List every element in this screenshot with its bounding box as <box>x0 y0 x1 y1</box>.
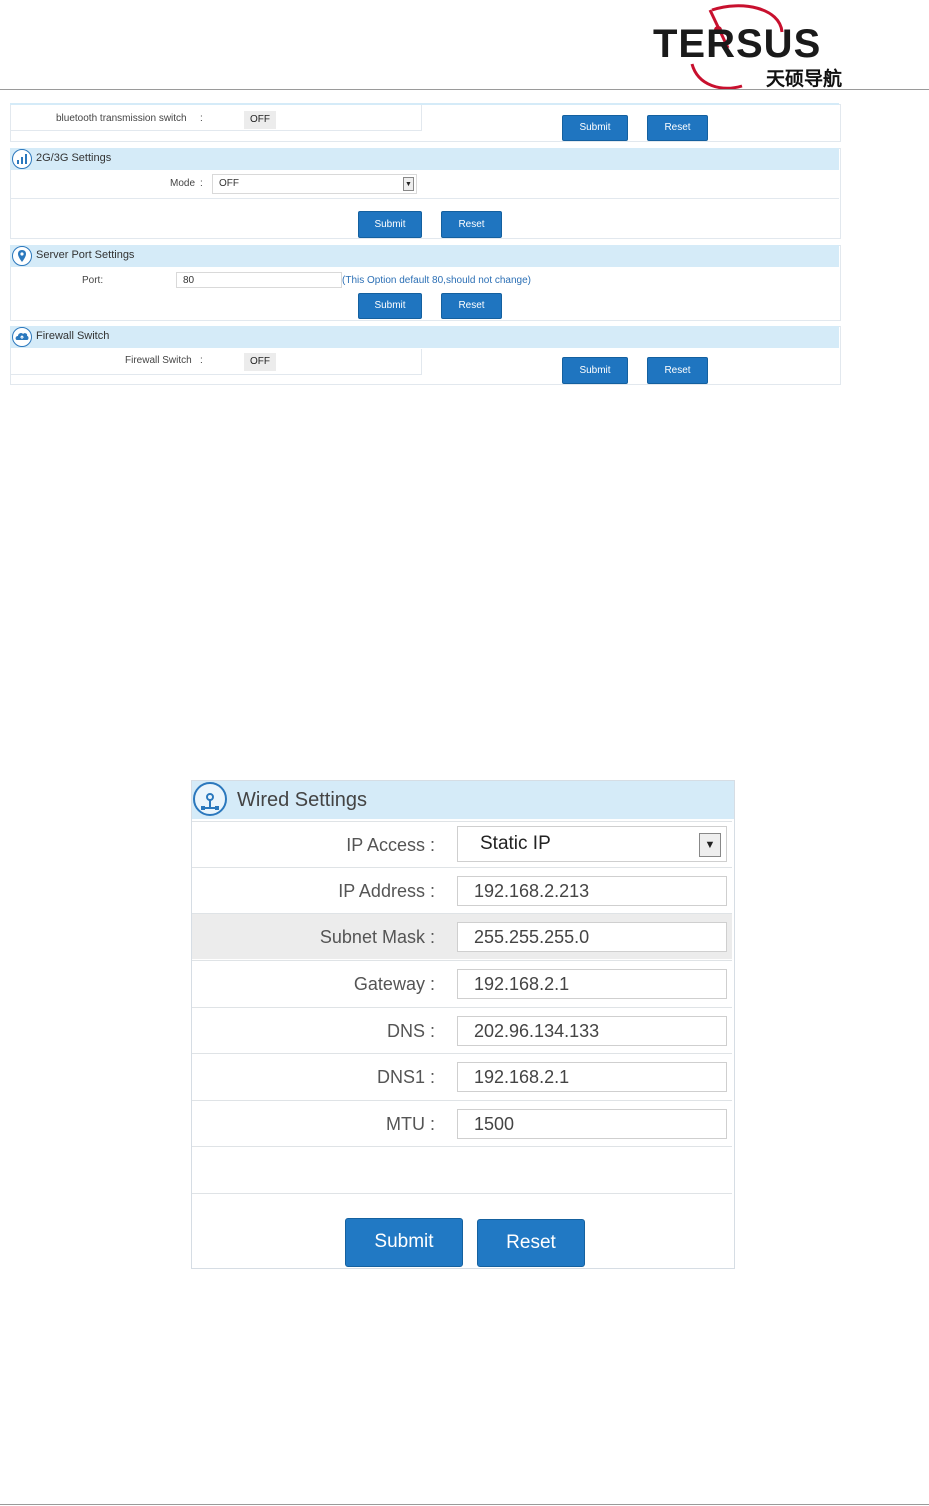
bluetooth-reset-button[interactable]: Reset <box>647 115 708 141</box>
dns-input[interactable]: 202.96.134.133 <box>457 1016 727 1046</box>
firewall-colon: : <box>200 355 203 366</box>
port-hint-note: (This Option default 80,should not chang… <box>342 275 532 286</box>
ip-address-input[interactable]: 192.168.2.213 <box>457 876 727 906</box>
mtu-label: MTU : <box>385 1114 435 1134</box>
firewall-reset-button[interactable]: Reset <box>647 357 708 384</box>
wired-settings-header: Wired Settings <box>192 781 734 819</box>
wired-row-dns: DNS : 202.96.134.133 <box>192 1007 732 1053</box>
server-port-panel-title: Server Port Settings <box>36 249 135 261</box>
dns1-label: DNS1 : <box>376 1067 435 1087</box>
subnet-mask-label: Subnet Mask : <box>319 927 435 947</box>
mode-label: Mode <box>170 178 196 189</box>
cellular-panel-header: 2G/3G Settings <box>10 148 839 170</box>
wired-row-ip-access: IP Access : Static IP ▼ <box>192 821 732 867</box>
cellular-panel-title: 2G/3G Settings <box>36 152 112 164</box>
wired-row-gateway: Gateway : 192.168.2.1 <box>192 960 732 1006</box>
wired-row-empty <box>192 1146 732 1194</box>
chevron-down-icon[interactable]: ▼ <box>403 177 414 191</box>
wired-settings-title: Wired Settings <box>237 789 368 811</box>
bluetooth-switch-label: bluetooth transmission switch <box>56 113 187 124</box>
ip-address-label: IP Address : <box>338 881 435 901</box>
logo-wordmark: TERSUS <box>653 22 822 66</box>
wired-row-dns1: DNS1 : 192.168.2.1 <box>192 1053 732 1099</box>
ip-access-label: IP Access : <box>346 835 435 855</box>
firewall-panel-header: Firewall Switch <box>10 326 839 348</box>
wired-row-ip-address: IP Address : 192.168.2.213 <box>192 867 732 913</box>
server-port-reset-button[interactable]: Reset <box>441 293 502 319</box>
wired-row-mtu: MTU : 1500 <box>192 1100 732 1146</box>
firewall-panel-title: Firewall Switch <box>36 330 110 342</box>
gateway-input[interactable]: 192.168.2.1 <box>457 969 727 999</box>
firewall-submit-button[interactable]: Submit <box>562 357 628 384</box>
bluetooth-colon: : <box>200 113 203 124</box>
logo-chinese-name: 天硕导航 <box>766 68 843 90</box>
wired-row-subnet-mask: Subnet Mask : 255.255.255.0 <box>192 913 732 959</box>
server-port-submit-button[interactable]: Submit <box>358 293 422 319</box>
network-globe-icon <box>193 782 227 816</box>
firewall-field-row <box>10 349 422 375</box>
signal-bars-icon <box>12 149 32 169</box>
ip-access-select[interactable]: Static IP ▼ <box>457 826 727 862</box>
firewall-switch-label: Firewall Switch <box>125 355 192 366</box>
bluetooth-switch-toggle[interactable]: OFF <box>244 111 276 129</box>
firewall-switch-toggle[interactable]: OFF <box>244 353 276 371</box>
port-label: Port: <box>82 275 104 286</box>
chevron-down-icon[interactable]: ▼ <box>699 833 721 857</box>
mode-select-value: OFF <box>219 178 239 189</box>
bluetooth-submit-button[interactable]: Submit <box>562 115 628 141</box>
cloud-upload-icon <box>12 327 32 347</box>
mode-select[interactable]: OFF ▼ <box>212 174 417 194</box>
location-pin-icon <box>12 246 32 266</box>
dns-label: DNS : <box>386 1021 435 1041</box>
dns1-input[interactable]: 192.168.2.1 <box>457 1062 727 1092</box>
mode-colon: : <box>200 178 203 189</box>
server-port-panel-header: Server Port Settings <box>10 245 839 267</box>
gateway-label: Gateway : <box>353 974 435 994</box>
ip-access-select-value: Static IP <box>480 833 551 854</box>
cellular-mode-row <box>10 171 839 199</box>
mtu-input[interactable]: 1500 <box>457 1109 727 1139</box>
wired-reset-button[interactable]: Reset <box>477 1219 585 1267</box>
footer-divider <box>0 1504 929 1505</box>
header-divider <box>0 89 929 90</box>
subnet-mask-input[interactable]: 255.255.255.0 <box>457 922 727 952</box>
port-input[interactable]: 80 <box>176 272 342 288</box>
cellular-reset-button[interactable]: Reset <box>441 211 502 238</box>
cellular-submit-button[interactable]: Submit <box>358 211 422 238</box>
wired-submit-button[interactable]: Submit <box>345 1218 463 1267</box>
